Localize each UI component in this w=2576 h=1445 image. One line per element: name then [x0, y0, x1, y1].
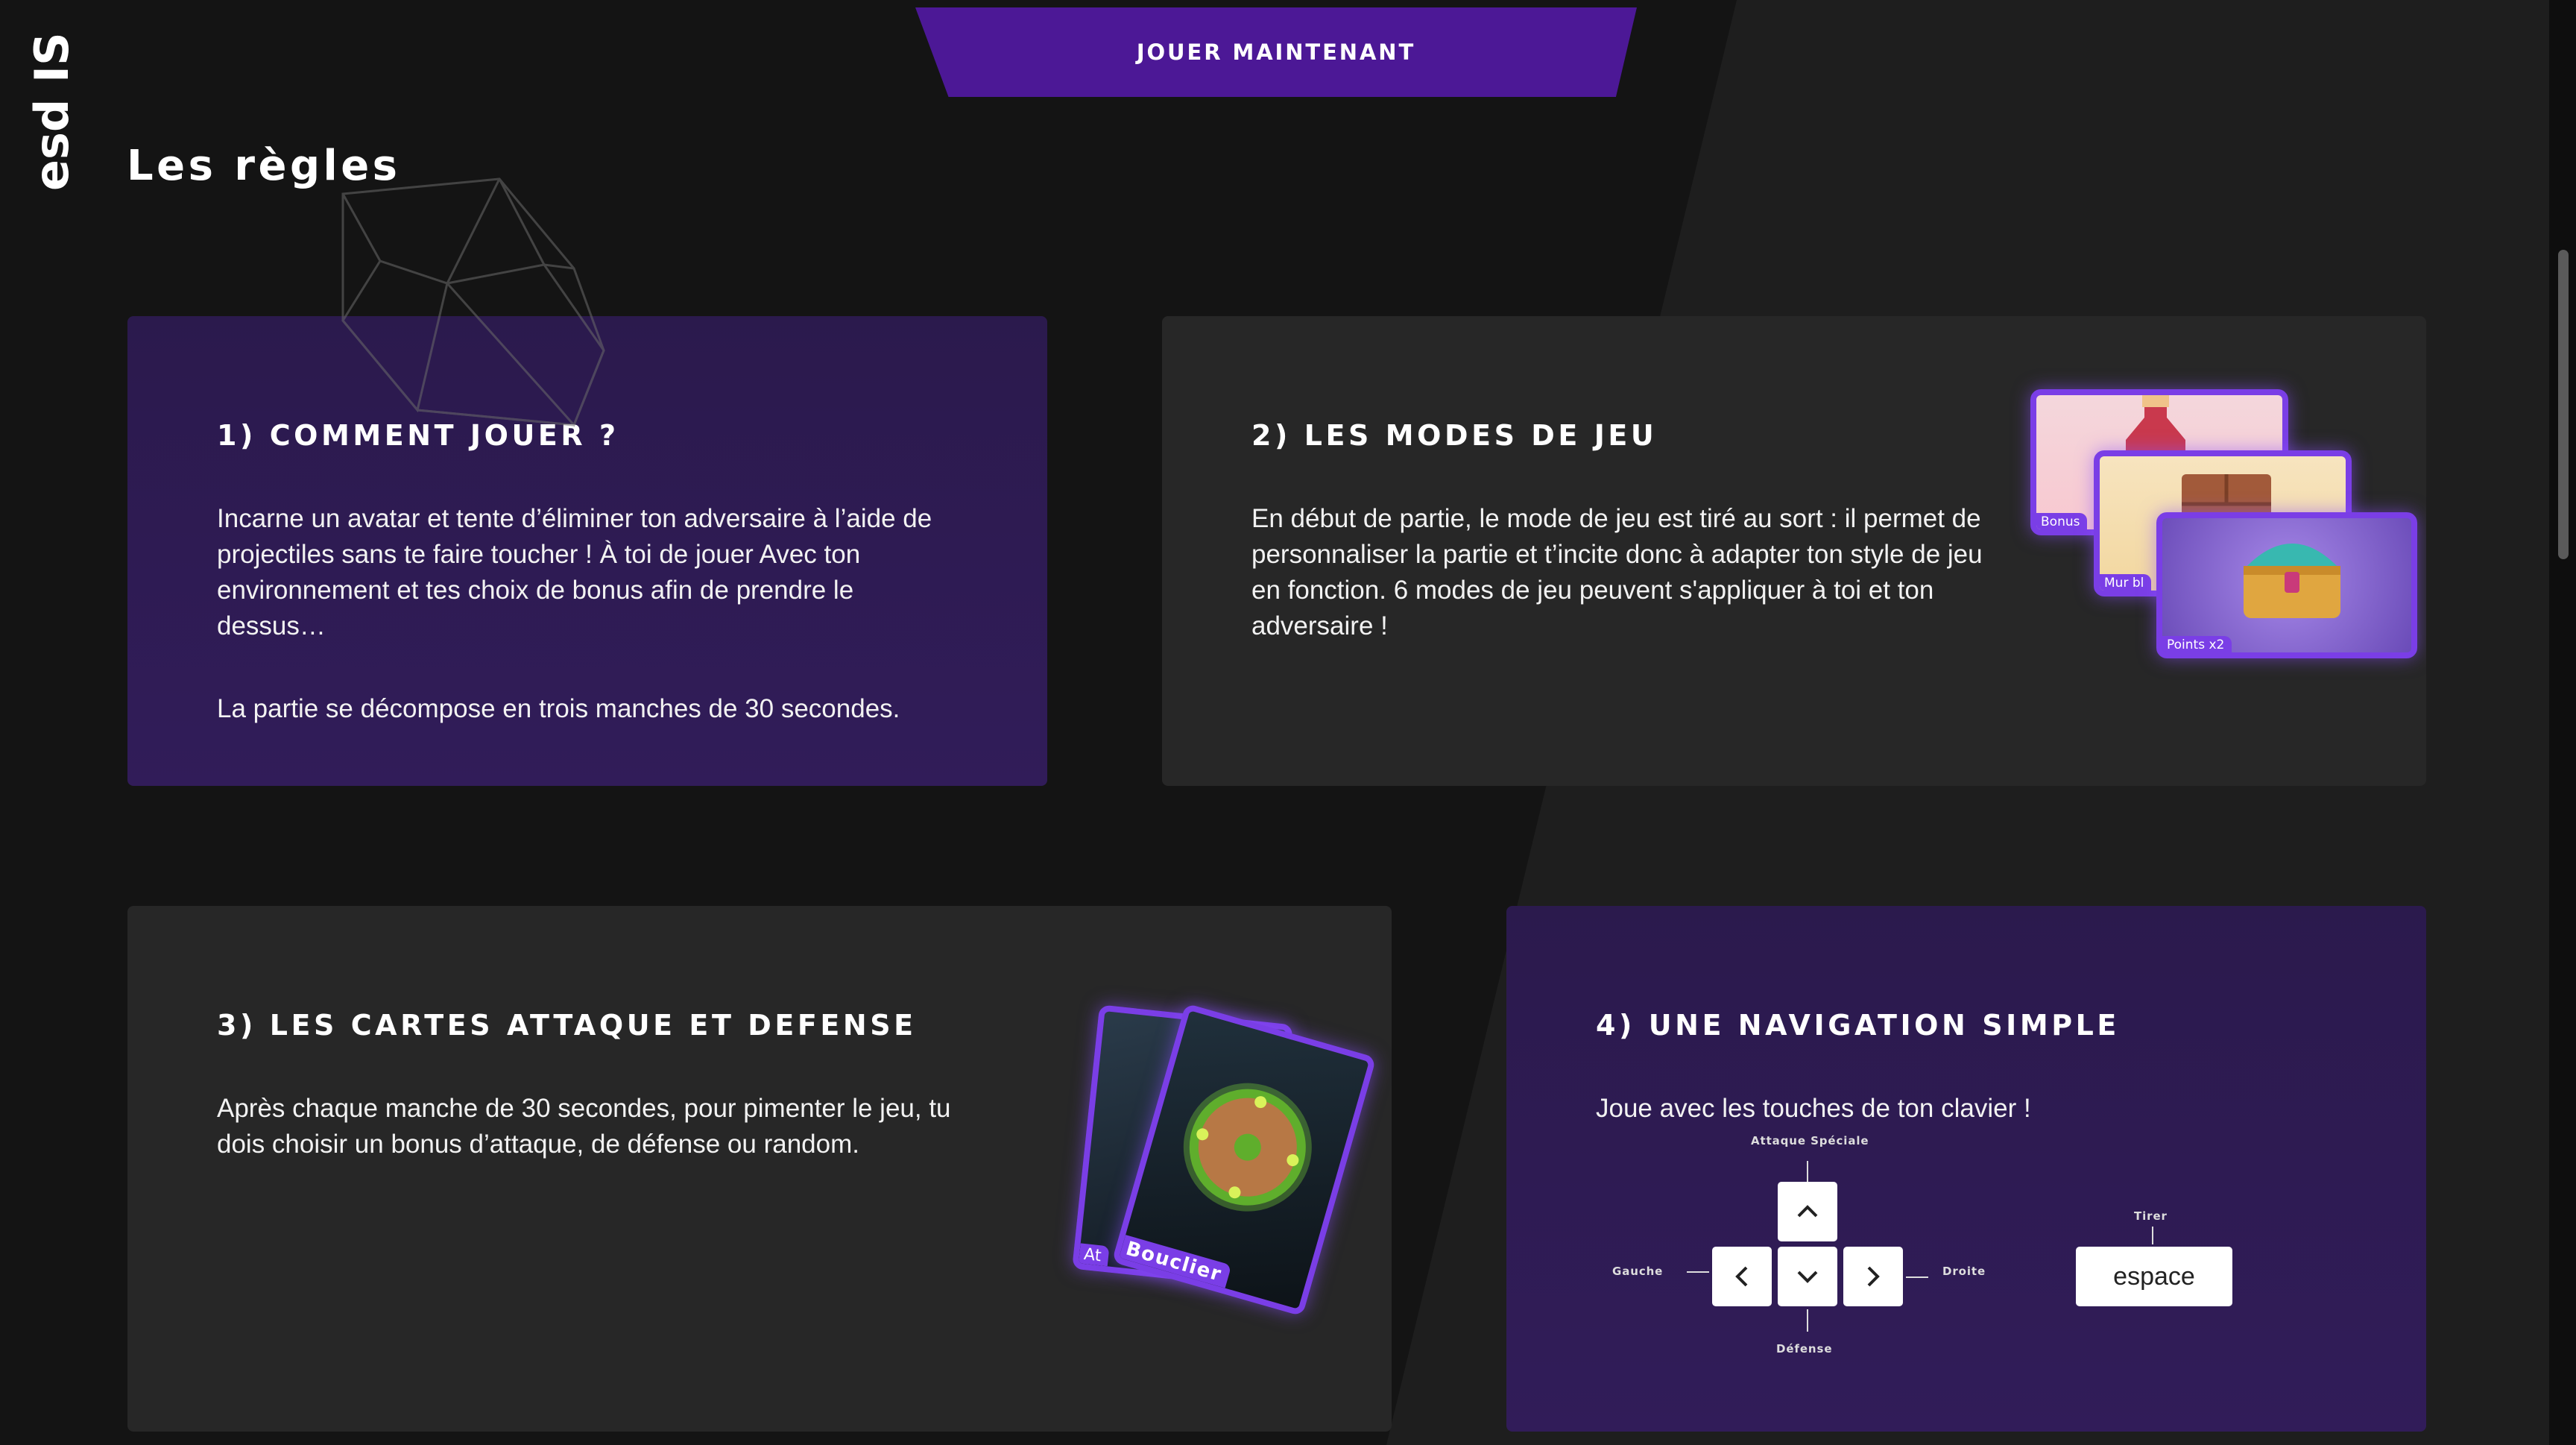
right-arrow-key[interactable] [1843, 1247, 1903, 1306]
card-title: 3) LES CARTES ATTAQUE ET DEFENSE [217, 1009, 917, 1042]
down-arrow-key[interactable] [1778, 1247, 1837, 1306]
mode-card-label: Mur bl [2100, 574, 2152, 591]
card-title: 1) COMMENT JOUER ? [217, 419, 619, 452]
shield-card-label: Bouclier [1119, 1235, 1232, 1288]
control-label-left: Gauche [1612, 1265, 1664, 1278]
card-paragraph: Incarne un avatar et tente d’éliminer to… [217, 504, 932, 640]
rule-card-attack-defense: 3) LES CARTES ATTAQUE ET DEFENSE Après c… [127, 906, 1392, 1432]
arrow-line [1687, 1271, 1709, 1273]
chevron-down-icon [1797, 1271, 1818, 1283]
arrow-line [1807, 1309, 1808, 1332]
arrow-line [1807, 1161, 1808, 1183]
mode-card-points: Points x2 [2156, 512, 2417, 658]
arrow-line [2152, 1227, 2153, 1244]
card-paragraph: Après chaque manche de 30 secondes, pour… [217, 1094, 951, 1159]
control-label-down: Défense [1776, 1342, 1833, 1356]
chevron-left-icon [1735, 1266, 1748, 1287]
treasure-chest-icon [2244, 544, 2340, 618]
card-paragraph: En début de partie, le mode de jeu est t… [1251, 504, 1983, 640]
page-title: Les règles [127, 142, 401, 190]
mode-card-label: Bonus [2036, 513, 2088, 529]
scrollbar-track[interactable] [2549, 0, 2576, 1445]
arrow-line [1906, 1276, 1928, 1278]
card-title: 4) UNE NAVIGATION SIMPLE [1596, 1009, 2120, 1042]
chevron-right-icon [1867, 1266, 1880, 1287]
up-arrow-key[interactable] [1778, 1182, 1837, 1241]
control-label-shoot: Tirer [2134, 1209, 2168, 1223]
control-label-right: Droite [1942, 1265, 1986, 1278]
play-now-button[interactable]: JOUER MAINTENANT [915, 7, 1637, 97]
chevron-up-icon [1797, 1205, 1818, 1218]
brand-logo[interactable]: esd IS [25, 4, 79, 191]
control-label-up: Attaque Spéciale [1751, 1134, 1869, 1148]
card-paragraph: Joue avec les touches de ton clavier ! [1596, 1094, 2031, 1123]
attack-card-label: At [1078, 1243, 1110, 1267]
rule-card-how-to-play: 1) COMMENT JOUER ? Incarne un avatar et … [127, 316, 1047, 786]
left-arrow-key[interactable] [1712, 1247, 1772, 1306]
mode-card-label: Points x2 [2162, 636, 2232, 652]
scrollbar-thumb[interactable] [2558, 250, 2569, 559]
card-paragraph: La partie se décompose en trois manches … [217, 694, 900, 723]
card-title: 2) LES MODES DE JEU [1251, 419, 1658, 452]
rule-card-game-modes: 2) LES MODES DE JEU En début de partie, … [1162, 316, 2426, 786]
rule-card-navigation: 4) UNE NAVIGATION SIMPLE Joue avec les t… [1506, 906, 2426, 1432]
space-key[interactable]: espace [2076, 1247, 2232, 1306]
shield-icon [1183, 1083, 1312, 1212]
